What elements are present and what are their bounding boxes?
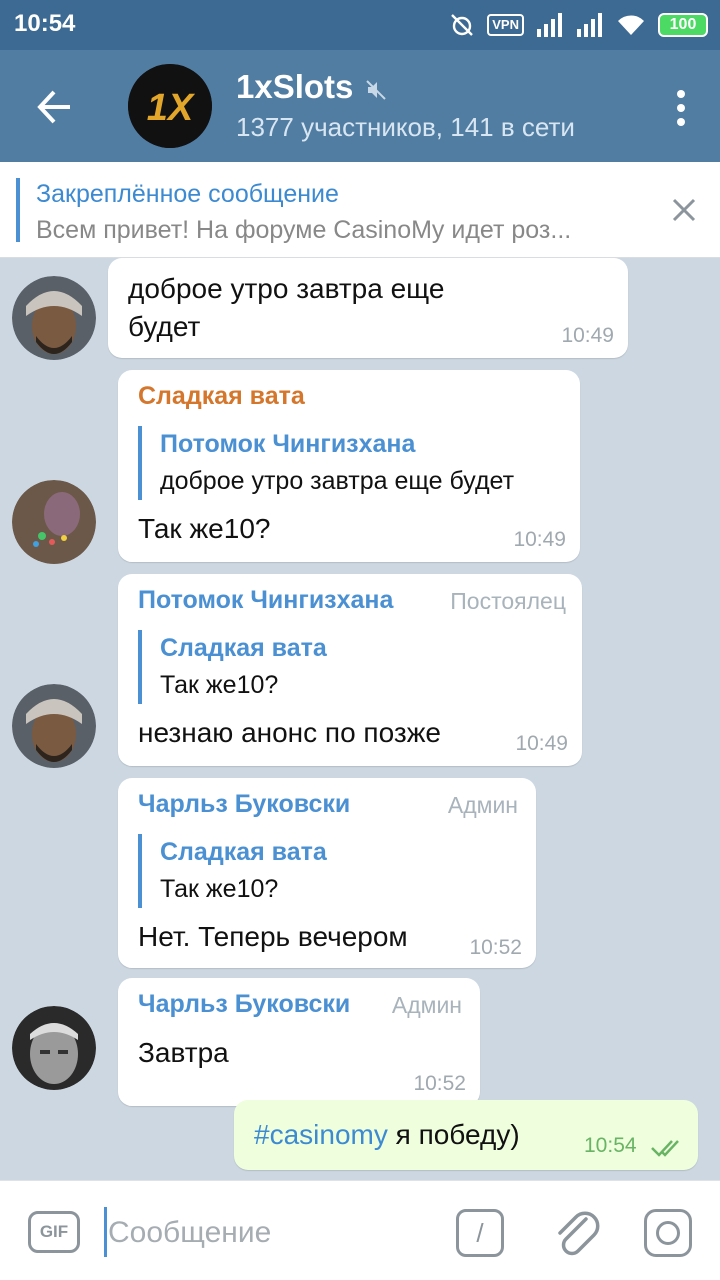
pinned-text: Всем привет! На форуме CasinoMy идет роз… <box>36 216 572 244</box>
hashtag-link[interactable]: #casinomy <box>254 1119 388 1150</box>
bot-commands-button[interactable]: / <box>456 1209 504 1257</box>
double-check-icon <box>651 1140 679 1157</box>
reply-text: доброе утро завтра еще будет <box>160 467 515 495</box>
status-time: 10:54 <box>14 10 76 37</box>
battery-indicator: 100 <box>658 13 708 37</box>
status-bar: 10:54 VPN 100 <box>0 0 720 50</box>
message-time: 10:52 <box>413 1072 466 1095</box>
member-role: Админ <box>391 992 462 1018</box>
text-cursor <box>104 1207 107 1257</box>
chat-messages[interactable]: доброе утро завтра еще будет 10:49 Сладк… <box>0 258 720 1180</box>
sender-name[interactable]: Сладкая вата <box>138 382 305 411</box>
close-icon[interactable] <box>670 196 698 224</box>
message-time: 10:49 <box>561 324 614 347</box>
pinned-title: Закреплённое сообщение <box>36 180 339 208</box>
reply-sender: Сладкая вата <box>160 838 327 866</box>
pinned-message-bar[interactable]: Закреплённое сообщение Всем привет! На ф… <box>0 162 720 258</box>
message-text: Завтра <box>138 1037 229 1068</box>
member-count: 1377 участников, 141 в сети <box>236 112 575 142</box>
muted-speaker-icon <box>366 80 386 100</box>
alarm-off-icon <box>451 14 474 36</box>
channel-avatar[interactable]: 1X <box>128 64 212 148</box>
vpn-badge: VPN <box>487 14 524 36</box>
member-role: Постоялец <box>450 588 566 614</box>
avatar[interactable] <box>12 1006 96 1090</box>
avatar[interactable] <box>12 276 96 360</box>
message-text-body: я победу) <box>387 1119 520 1150</box>
message-time: 10:52 <box>469 936 522 959</box>
message-text: #casinomy я победу) <box>254 1116 520 1154</box>
signal-icon-2 <box>577 13 602 37</box>
status-icons: VPN 100 <box>449 12 708 38</box>
message-bubble[interactable]: Потомок Чингизхана Постоялец Сладкая ват… <box>118 574 582 766</box>
reply-quote[interactable]: Потомок Чингизхана доброе утро завтра ещ… <box>138 426 514 500</box>
message-input[interactable] <box>108 1213 428 1253</box>
avatar[interactable] <box>12 684 96 768</box>
message-composer: GIF / <box>0 1180 720 1280</box>
message-time: 10:49 <box>515 732 568 755</box>
reply-text: Так же10? <box>160 875 279 903</box>
message-bubble[interactable]: Чарльз Буковски Админ Сладкая вата Так ж… <box>118 778 536 968</box>
reply-quote[interactable]: Сладкая вата Так же10? <box>138 834 327 908</box>
message-bubble[interactable]: Сладкая вата Потомок Чингизхана доброе у… <box>118 370 580 562</box>
chat-header: 1X 1xSlots 1377 участников, 141 в сети <box>0 50 720 162</box>
message-time: 10:49 <box>513 528 566 551</box>
signal-icon <box>537 13 562 37</box>
message-text: незнаю анонс по позже <box>138 717 441 748</box>
reply-sender: Потомок Чингизхана <box>160 430 416 458</box>
message-text: Нет. Теперь вечером <box>138 921 408 952</box>
arrow-left-icon[interactable] <box>30 82 80 132</box>
svg-text:1X: 1X <box>147 87 196 129</box>
camera-icon[interactable] <box>644 1209 692 1257</box>
gif-button[interactable]: GIF <box>28 1211 80 1253</box>
message-text-line2: будет <box>128 311 201 342</box>
message-bubble[interactable]: доброе утро завтра еще будет 10:49 <box>108 258 628 358</box>
reply-sender: Сладкая вата <box>160 634 327 662</box>
channel-title[interactable]: 1xSlots <box>236 68 353 106</box>
member-role: Админ <box>447 792 518 818</box>
reply-text: Так же10? <box>160 671 279 699</box>
message-text: Так же10? <box>138 513 271 544</box>
paperclip-icon[interactable] <box>552 1205 602 1261</box>
message-bubble[interactable]: Чарльз Буковски Админ Завтра 10:52 <box>118 978 480 1106</box>
wifi-icon <box>618 15 644 35</box>
more-vertical-icon[interactable] <box>672 88 690 128</box>
sender-name[interactable]: Потомок Чингизхана <box>138 586 393 615</box>
outgoing-message-bubble[interactable]: #casinomy я победу) 10:54 <box>234 1100 698 1170</box>
message-time: 10:54 <box>584 1134 637 1157</box>
sender-name[interactable]: Чарльз Буковски <box>138 790 350 819</box>
pinned-accent-bar <box>16 178 20 242</box>
reply-quote[interactable]: Сладкая вата Так же10? <box>138 630 327 704</box>
message-text: доброе утро завтра еще <box>128 273 445 304</box>
sender-name[interactable]: Чарльз Буковски <box>138 990 350 1019</box>
avatar[interactable] <box>12 480 96 564</box>
